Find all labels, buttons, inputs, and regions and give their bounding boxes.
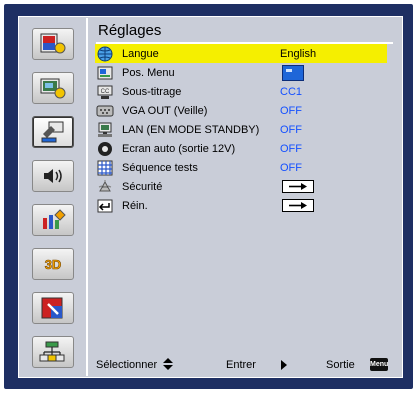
- speaker-volume-icon: [44, 169, 62, 183]
- menu-item-securite[interactable]: *** Sécurité: [95, 177, 387, 196]
- image-settings-icon: [40, 33, 66, 54]
- menu-item-langue[interactable]: Langue English: [95, 44, 387, 63]
- menu-item-label: Sécurité: [122, 180, 163, 193]
- footer-enter-label: Entrer: [226, 359, 256, 371]
- footer-select-label: Sélectionner: [96, 359, 158, 371]
- menu-item-sequence-tests[interactable]: Séquence tests OFF: [95, 158, 387, 177]
- reset-icon: [96, 198, 114, 214]
- menu-item-label: Langue: [122, 47, 159, 60]
- menu-position-swatch: [282, 64, 304, 81]
- menu-item-vga-out[interactable]: VGA OUT (Veille) OFF: [95, 101, 387, 120]
- setup-settings-icon: [41, 121, 64, 143]
- svg-text:3D: 3D: [45, 257, 62, 272]
- interactive-pen-icon: [41, 297, 63, 319]
- sidebar-item-network[interactable]: [32, 336, 74, 368]
- sidebar-item-display[interactable]: [32, 72, 74, 104]
- menu-item-rein[interactable]: Réin.: [95, 196, 387, 215]
- menu-item-lan-standby[interactable]: LAN (EN MODE STANDBY) OFF: [95, 120, 387, 139]
- menu-item-value: OFF: [280, 123, 302, 136]
- sidebar: 3D: [20, 18, 88, 376]
- menu-item-label: VGA OUT (Veille): [122, 104, 208, 117]
- menu-item-value: English: [280, 47, 317, 60]
- enter-submenu-arrow[interactable]: [282, 199, 314, 212]
- screen-auto-icon: [96, 141, 114, 157]
- security-icon: ***: [96, 179, 114, 195]
- menu-item-sous-titrage[interactable]: CC Sous-titrage CC1: [95, 82, 387, 101]
- menu-position-icon: [96, 65, 114, 81]
- enter-submenu-arrow[interactable]: [282, 180, 314, 193]
- sidebar-item-image[interactable]: [32, 28, 74, 60]
- menu-item-ecran-auto[interactable]: Ecran auto (sortie 12V) OFF: [95, 139, 387, 158]
- globe-icon: [96, 46, 114, 62]
- sidebar-item-setup[interactable]: [32, 116, 74, 148]
- menu-item-pos-menu[interactable]: Pos. Menu: [95, 63, 387, 82]
- menu-item-value: OFF: [280, 104, 302, 117]
- menu-item-value: OFF: [280, 161, 302, 174]
- osd-frame: 3D Réglages Langue English Pos. Menu CC …: [4, 4, 413, 389]
- footer-hints: Sélectionner Entrer Sortie Menu: [94, 356, 395, 374]
- right-arrow-icon: [280, 359, 288, 374]
- sidebar-item-options[interactable]: [32, 204, 74, 236]
- settings-panel: Réglages Langue English Pos. Menu CC Sou…: [90, 18, 401, 376]
- options-icon: [43, 209, 66, 229]
- lan-icon: [96, 122, 114, 138]
- menu-item-label: LAN (EN MODE STANDBY): [122, 123, 260, 136]
- osd-panel: 3D Réglages Langue English Pos. Menu CC …: [18, 16, 403, 378]
- menu-item-label: Séquence tests: [122, 161, 198, 174]
- sidebar-item-interactive[interactable]: [32, 292, 74, 324]
- svg-text:CC: CC: [101, 89, 110, 95]
- display-settings-icon: [40, 78, 66, 99]
- footer-exit-label: Sortie: [326, 359, 355, 371]
- menu-item-label: Sous-titrage: [122, 85, 182, 98]
- test-pattern-icon: [96, 160, 114, 176]
- network-lan-icon: [39, 341, 65, 362]
- sidebar-item-3d[interactable]: 3D: [32, 248, 74, 280]
- 3d-icon: 3D: [44, 257, 62, 273]
- vga-out-icon: [96, 103, 114, 119]
- up-down-arrow-icon: [162, 357, 174, 374]
- svg-text:***: ***: [102, 186, 108, 192]
- page-title: Réglages: [98, 22, 162, 39]
- caption-icon: CC: [96, 84, 114, 100]
- menu-key-icon: Menu: [370, 358, 388, 371]
- menu-item-label: Pos. Menu: [122, 66, 175, 79]
- sidebar-item-volume[interactable]: [32, 160, 74, 192]
- menu-item-value: OFF: [280, 142, 302, 155]
- menu-item-label: Ecran auto (sortie 12V): [122, 142, 236, 155]
- menu-item-label: Réin.: [122, 199, 148, 212]
- menu-item-value: CC1: [280, 85, 303, 98]
